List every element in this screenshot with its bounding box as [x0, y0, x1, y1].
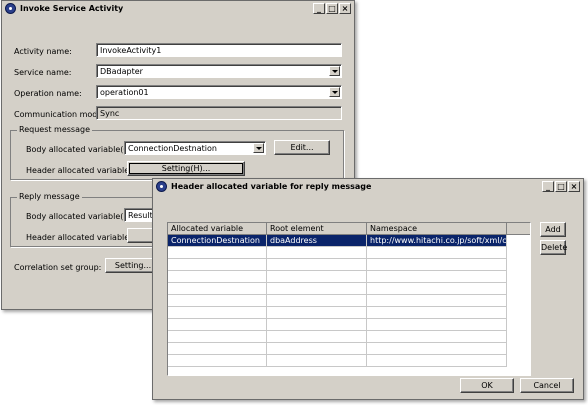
request-body-select[interactable]: ConnectionDestnation: [124, 141, 266, 155]
service-name-select[interactable]: DBadapter: [96, 64, 342, 78]
header-allocated-variable-dialog: Header allocated variable for reply mess…: [152, 178, 584, 400]
window-title: Invoke Service Activity: [20, 4, 124, 13]
column-header-namespace[interactable]: Namespace: [367, 223, 507, 235]
column-header-filler: [507, 223, 530, 235]
empty-cell: [367, 355, 507, 367]
empty-cell: [267, 307, 367, 319]
dialog-title: Header allocated variable for reply mess…: [171, 182, 372, 191]
communication-model-label: Communication model:: [14, 110, 108, 119]
table-row[interactable]: [168, 247, 530, 259]
empty-cell: [367, 271, 507, 283]
empty-cell: [168, 283, 267, 295]
empty-cell: [267, 331, 367, 343]
operation-name-select[interactable]: operation01: [96, 85, 342, 99]
table-row[interactable]: [168, 331, 530, 343]
empty-cell: [267, 319, 367, 331]
empty-cell: [168, 247, 267, 259]
maximize-icon[interactable]: □: [326, 3, 338, 14]
request-body-label: Body allocated variable(Q):: [26, 145, 136, 154]
dialog-title-bar[interactable]: Header allocated variable for reply mess…: [153, 179, 583, 195]
request-body-value: ConnectionDestnation: [128, 144, 217, 153]
cell-allocated-variable: ConnectionDestnation: [168, 235, 267, 247]
empty-cell: [267, 271, 367, 283]
ok-button[interactable]: OK: [460, 378, 514, 393]
correlation-set-label: Correlation set group:: [14, 263, 102, 272]
operation-name-label: Operation name:: [14, 89, 82, 98]
empty-cell: [367, 295, 507, 307]
table-row[interactable]: [168, 343, 530, 355]
empty-cell: [168, 319, 267, 331]
empty-cell: [267, 259, 367, 271]
table-row[interactable]: [168, 259, 530, 271]
chevron-down-icon[interactable]: [253, 143, 264, 153]
edit-button[interactable]: Edit...: [274, 140, 330, 155]
communication-model-field: Sync: [96, 106, 342, 120]
empty-cell: [168, 355, 267, 367]
empty-cell: [267, 343, 367, 355]
chevron-down-icon[interactable]: [329, 87, 340, 97]
cell-root-element: dbaAddress: [267, 235, 367, 247]
empty-cell: [168, 295, 267, 307]
empty-cell: [168, 271, 267, 283]
app-icon: [156, 181, 167, 192]
empty-cell: [367, 247, 507, 259]
empty-cell: [367, 259, 507, 271]
reply-body-label: Body allocated variable(R):: [26, 212, 135, 221]
close-icon[interactable]: ×: [339, 3, 351, 14]
service-name-value: DBadapter: [100, 67, 143, 76]
operation-name-value: operation01: [100, 88, 149, 97]
reply-header-label: Header allocated variable:: [26, 233, 132, 242]
app-icon: [5, 3, 16, 14]
empty-cell: [168, 343, 267, 355]
table-row[interactable]: [168, 271, 530, 283]
delete-button[interactable]: Delete: [540, 240, 567, 255]
empty-cell: [367, 283, 507, 295]
maximize-icon[interactable]: □: [555, 181, 567, 192]
empty-cell: [168, 331, 267, 343]
empty-cell: [367, 307, 507, 319]
add-button[interactable]: Add: [540, 222, 566, 237]
column-header-root-element[interactable]: Root element: [267, 223, 367, 235]
empty-cell: [267, 295, 367, 307]
minimize-icon[interactable]: _: [313, 3, 325, 14]
table-row[interactable]: [168, 319, 530, 331]
empty-cell: [267, 247, 367, 259]
activity-name-input[interactable]: InvokeActivity1: [96, 43, 342, 57]
empty-cell: [367, 331, 507, 343]
request-header-label: Header allocated variable:: [26, 166, 132, 175]
empty-cell: [267, 283, 367, 295]
minimize-icon[interactable]: _: [542, 181, 554, 192]
close-icon[interactable]: ×: [568, 181, 580, 192]
table-row[interactable]: [168, 355, 530, 367]
request-message-title: Request message: [17, 125, 92, 134]
empty-cell: [367, 319, 507, 331]
table-row[interactable]: [168, 307, 530, 319]
empty-cell: [168, 259, 267, 271]
title-bar[interactable]: Invoke Service Activity _ □ ×: [2, 1, 354, 17]
reply-message-title: Reply message: [17, 192, 82, 201]
request-header-setting-button[interactable]: Setting(H)...: [127, 161, 245, 176]
table-row[interactable]: ConnectionDestnation dbaAddress http://w…: [168, 235, 530, 247]
chevron-down-icon[interactable]: [329, 66, 340, 76]
empty-cell: [267, 355, 367, 367]
empty-cell: [367, 343, 507, 355]
cancel-button[interactable]: Cancel: [520, 378, 574, 393]
table-header: Allocated variable Root element Namespac…: [168, 223, 530, 235]
variable-table[interactable]: Allocated variable Root element Namespac…: [167, 222, 531, 376]
activity-name-label: Activity name:: [14, 47, 72, 56]
service-name-label: Service name:: [14, 68, 72, 77]
empty-cell: [168, 307, 267, 319]
column-header-allocated-variable[interactable]: Allocated variable: [168, 223, 267, 235]
cell-namespace: http://www.hitachi.co.jp/soft/xml/cos...: [367, 235, 507, 247]
table-row[interactable]: [168, 295, 530, 307]
table-row[interactable]: [168, 283, 530, 295]
